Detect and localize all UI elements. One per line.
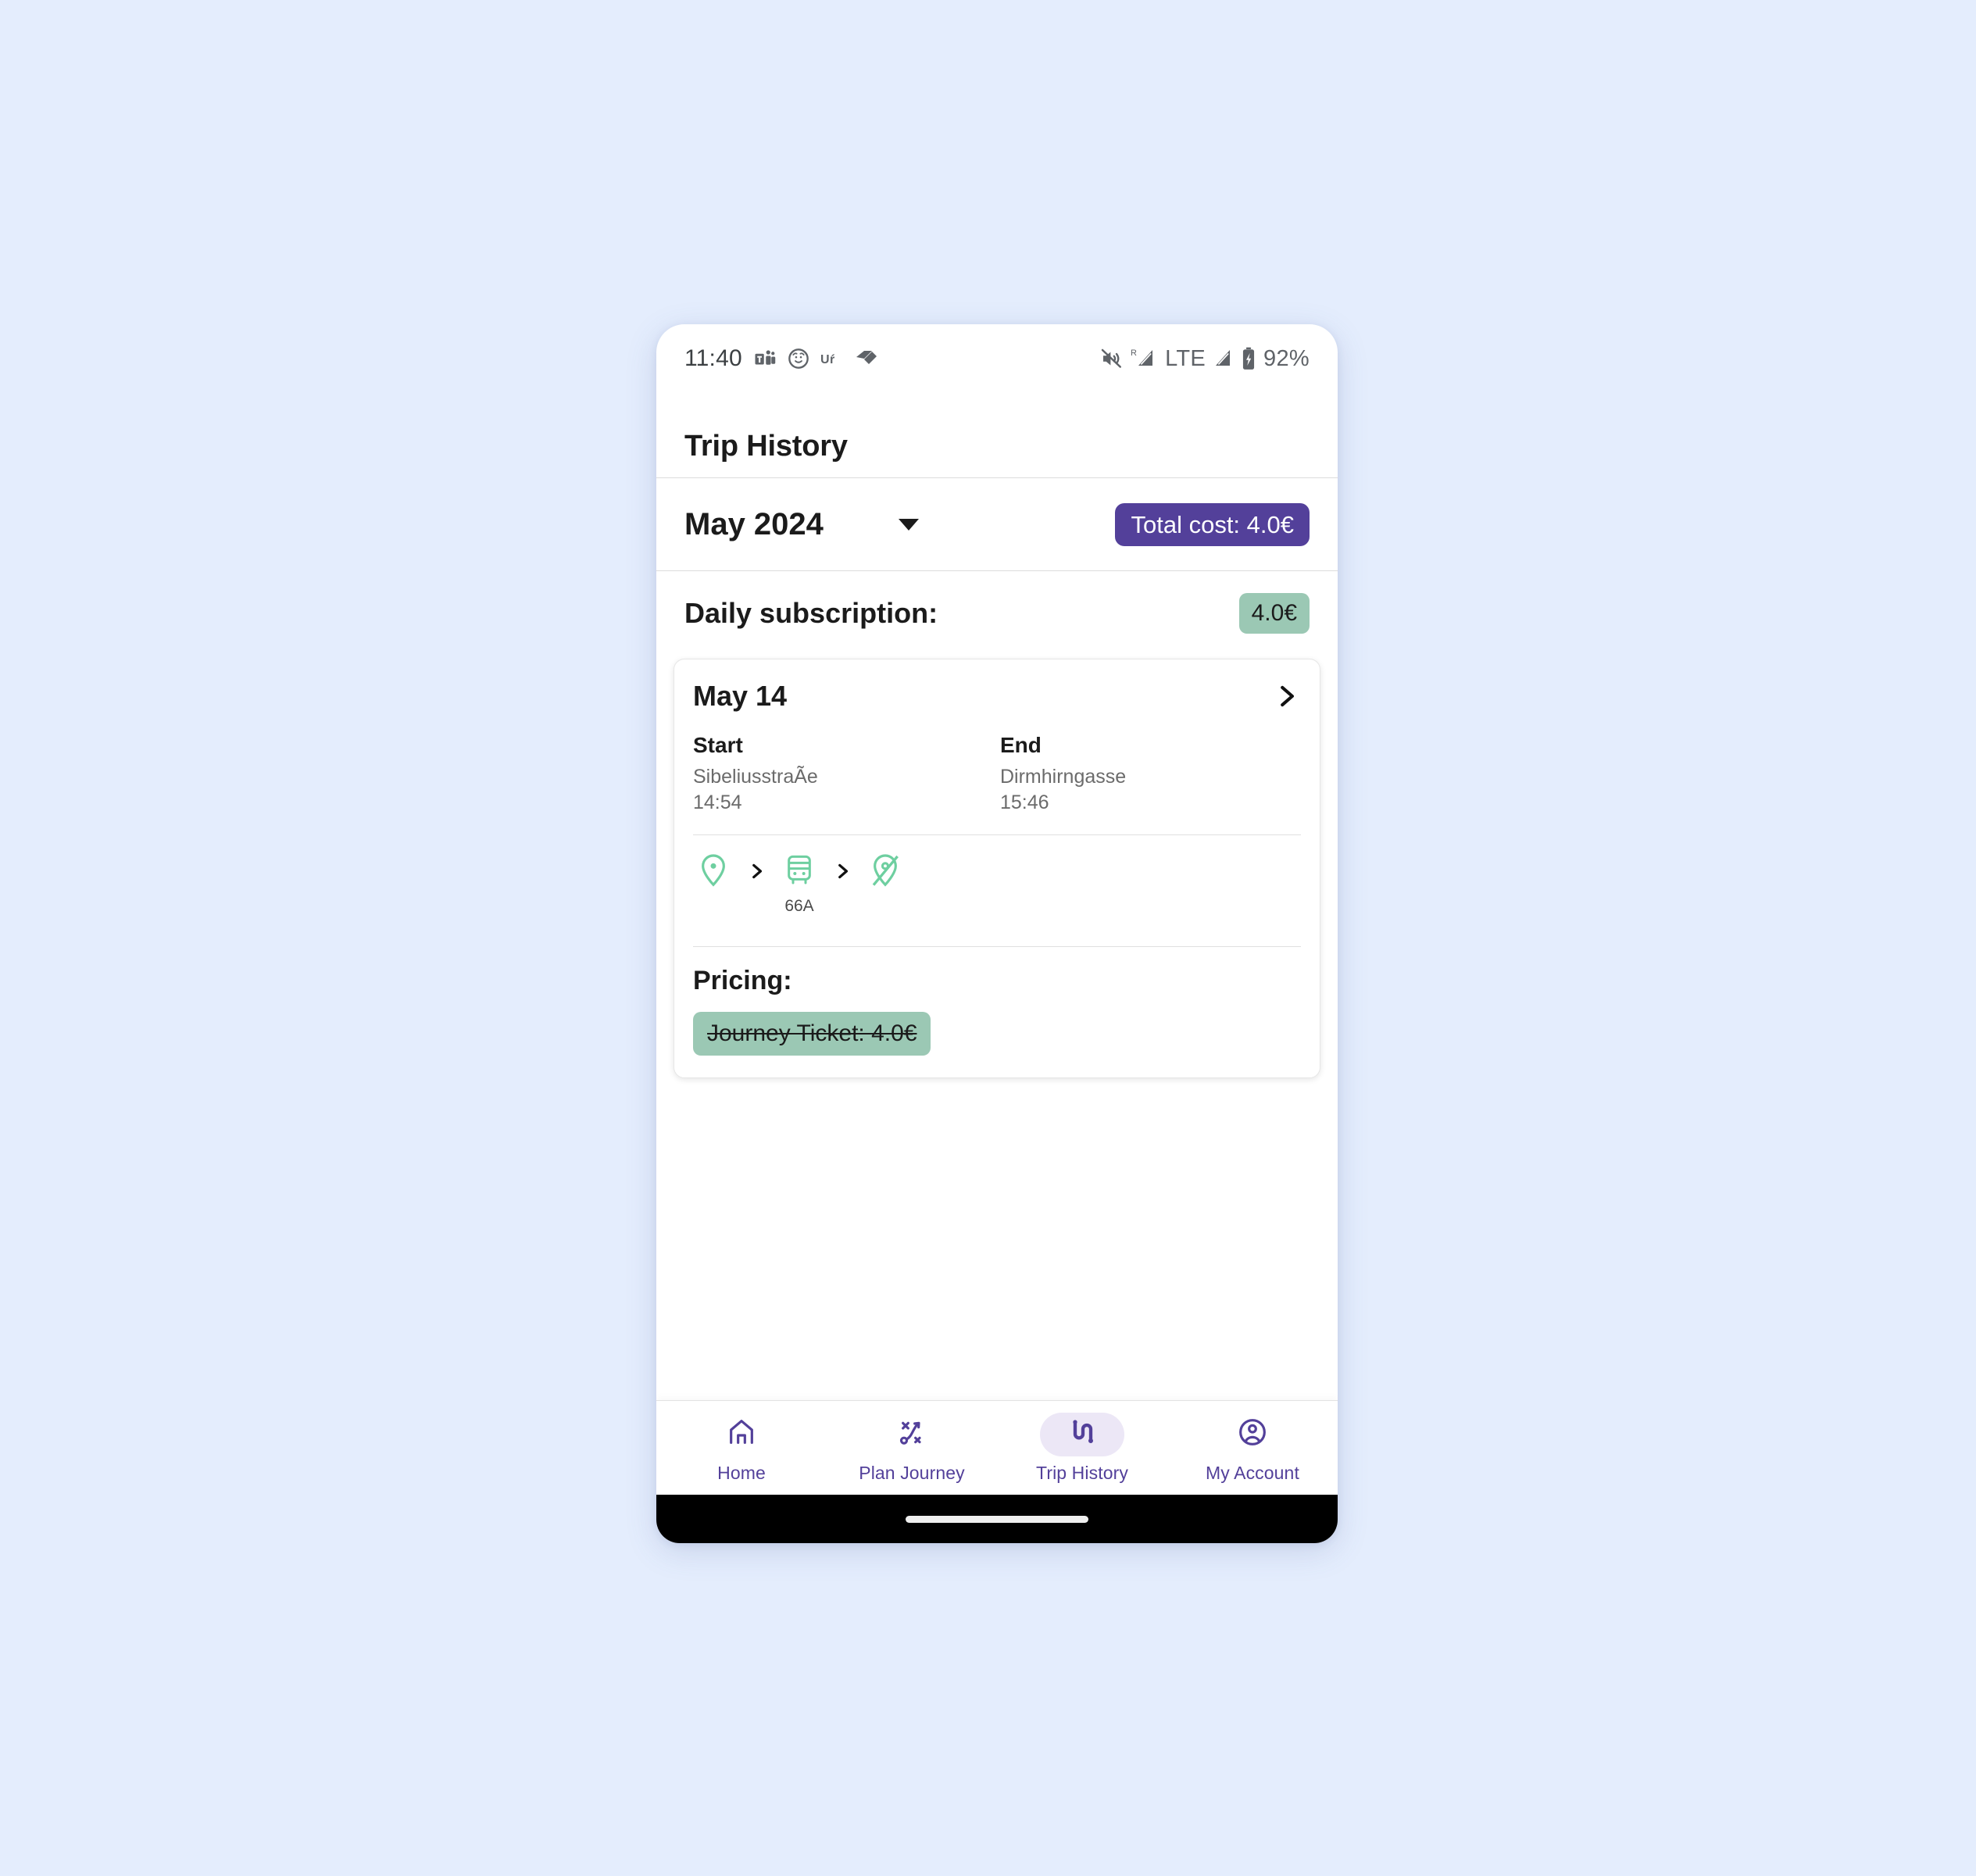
svg-text:U: U: [820, 353, 830, 366]
nav-item-home[interactable]: Home: [656, 1413, 827, 1484]
nav-label-trip-history[interactable]: Trip History: [1036, 1463, 1128, 1484]
journey-leg-origin: [695, 852, 732, 892]
gesture-navigation-bar: [656, 1495, 1338, 1543]
app-bar: Trip History: [656, 415, 1338, 477]
daily-subscription-amount-chip: 4.0€: [1238, 593, 1310, 634]
bus-route-number: 66A: [784, 897, 814, 915]
journey-ticket-chip: Journey Ticket: 4.0€: [693, 1012, 931, 1056]
phone-frame: 11:40 U ŕ R LTE 92% Trip History May 202…: [656, 324, 1338, 1543]
svg-text:ŕ: ŕ: [830, 353, 835, 366]
page-title: Trip History: [684, 429, 848, 463]
trip-endpoints: Start SibeliusstraÃe 14:54 End Dirmhirng…: [693, 733, 1301, 816]
trip-end-column: End Dirmhirngasse 15:46: [994, 733, 1301, 816]
nav-item-plan-journey[interactable]: Plan Journey: [827, 1413, 997, 1484]
signal-roaming-icon: R: [1131, 347, 1157, 370]
month-selector-row[interactable]: May 2024 Total cost: 4.0€: [656, 478, 1338, 570]
battery-percent-label: 92%: [1263, 345, 1310, 371]
location-pin-icon: [698, 852, 729, 892]
trip-card[interactable]: May 14 Start SibeliusstraÃe 14:54 End Di…: [674, 659, 1320, 1078]
status-bar-right: R LTE 92%: [1099, 346, 1310, 372]
status-bar: 11:40 U ŕ R LTE 92%: [656, 324, 1338, 393]
trip-start-column: Start SibeliusstraÃe 14:54: [693, 733, 994, 816]
chevron-right-icon[interactable]: [1271, 681, 1301, 711]
trip-end-location: Dirmhirngasse: [1000, 766, 1127, 788]
un-app-icon: U ŕ: [820, 349, 844, 368]
bottom-navigation: Home Plan Journey Trip History My Accoun…: [656, 1400, 1338, 1495]
signal-bars-icon: [1213, 347, 1234, 370]
nav-item-my-account[interactable]: My Account: [1167, 1413, 1338, 1484]
account-circle-icon[interactable]: [1237, 1417, 1268, 1452]
teams-icon: [753, 347, 777, 370]
trip-divider-bottom: [693, 946, 1301, 947]
battery-charging-icon: [1242, 347, 1256, 370]
trip-start-time: 14:54: [693, 791, 742, 813]
trip-date-label: May 14: [693, 680, 788, 712]
trip-list: May 14 Start SibeliusstraÃe 14:54 End Di…: [656, 656, 1338, 1400]
nav-item-trip-history[interactable]: Trip History: [997, 1412, 1167, 1484]
diamond-tag-icon: [855, 348, 878, 369]
journey-leg-destination: [867, 852, 904, 892]
journey-arrow-2: [829, 852, 856, 890]
pricing-title: Pricing:: [693, 966, 792, 995]
journey-leg-bus: 66A: [781, 852, 818, 916]
selected-month-label[interactable]: May 2024: [684, 507, 824, 542]
trip-history-icon[interactable]: [1067, 1417, 1098, 1452]
daily-subscription-row: Daily subscription: 4.0€: [656, 571, 1338, 656]
location-pin-off-icon: [870, 852, 901, 892]
chevron-down-icon[interactable]: [898, 518, 919, 531]
nav-label-plan-journey[interactable]: Plan Journey: [859, 1463, 964, 1484]
nav-label-my-account[interactable]: My Account: [1206, 1463, 1299, 1484]
home-icon[interactable]: [726, 1417, 757, 1452]
home-indicator[interactable]: [906, 1515, 1088, 1523]
journey-arrow-1: [743, 852, 770, 890]
trip-end-time: 15:46: [1000, 791, 1049, 813]
roaming-letter: R: [1131, 348, 1137, 358]
trip-card-header[interactable]: May 14: [693, 680, 1301, 713]
status-bar-clock: 11:40: [684, 345, 742, 371]
avatar-face-icon: [788, 348, 809, 370]
status-bar-left: 11:40 U ŕ: [684, 345, 878, 372]
route-plan-icon[interactable]: [896, 1417, 927, 1452]
volume-off-icon: [1099, 347, 1123, 370]
network-type-label: LTE: [1165, 345, 1206, 371]
nav-label-home[interactable]: Home: [717, 1463, 766, 1484]
trip-start-title: Start: [693, 733, 743, 757]
bus-icon: [784, 852, 815, 892]
nav-pill-trip-history[interactable]: [1040, 1412, 1124, 1456]
trip-end-title: End: [1000, 733, 1042, 757]
nav-pill-my-account[interactable]: [1210, 1413, 1295, 1456]
journey-legs: 66A: [693, 835, 1301, 927]
daily-subscription-label: Daily subscription:: [684, 597, 938, 629]
nav-pill-home[interactable]: [699, 1413, 784, 1456]
nav-pill-plan-journey[interactable]: [870, 1413, 954, 1456]
total-cost-chip: Total cost: 4.0€: [1115, 502, 1310, 546]
trip-start-location: SibeliusstraÃe: [693, 766, 818, 788]
